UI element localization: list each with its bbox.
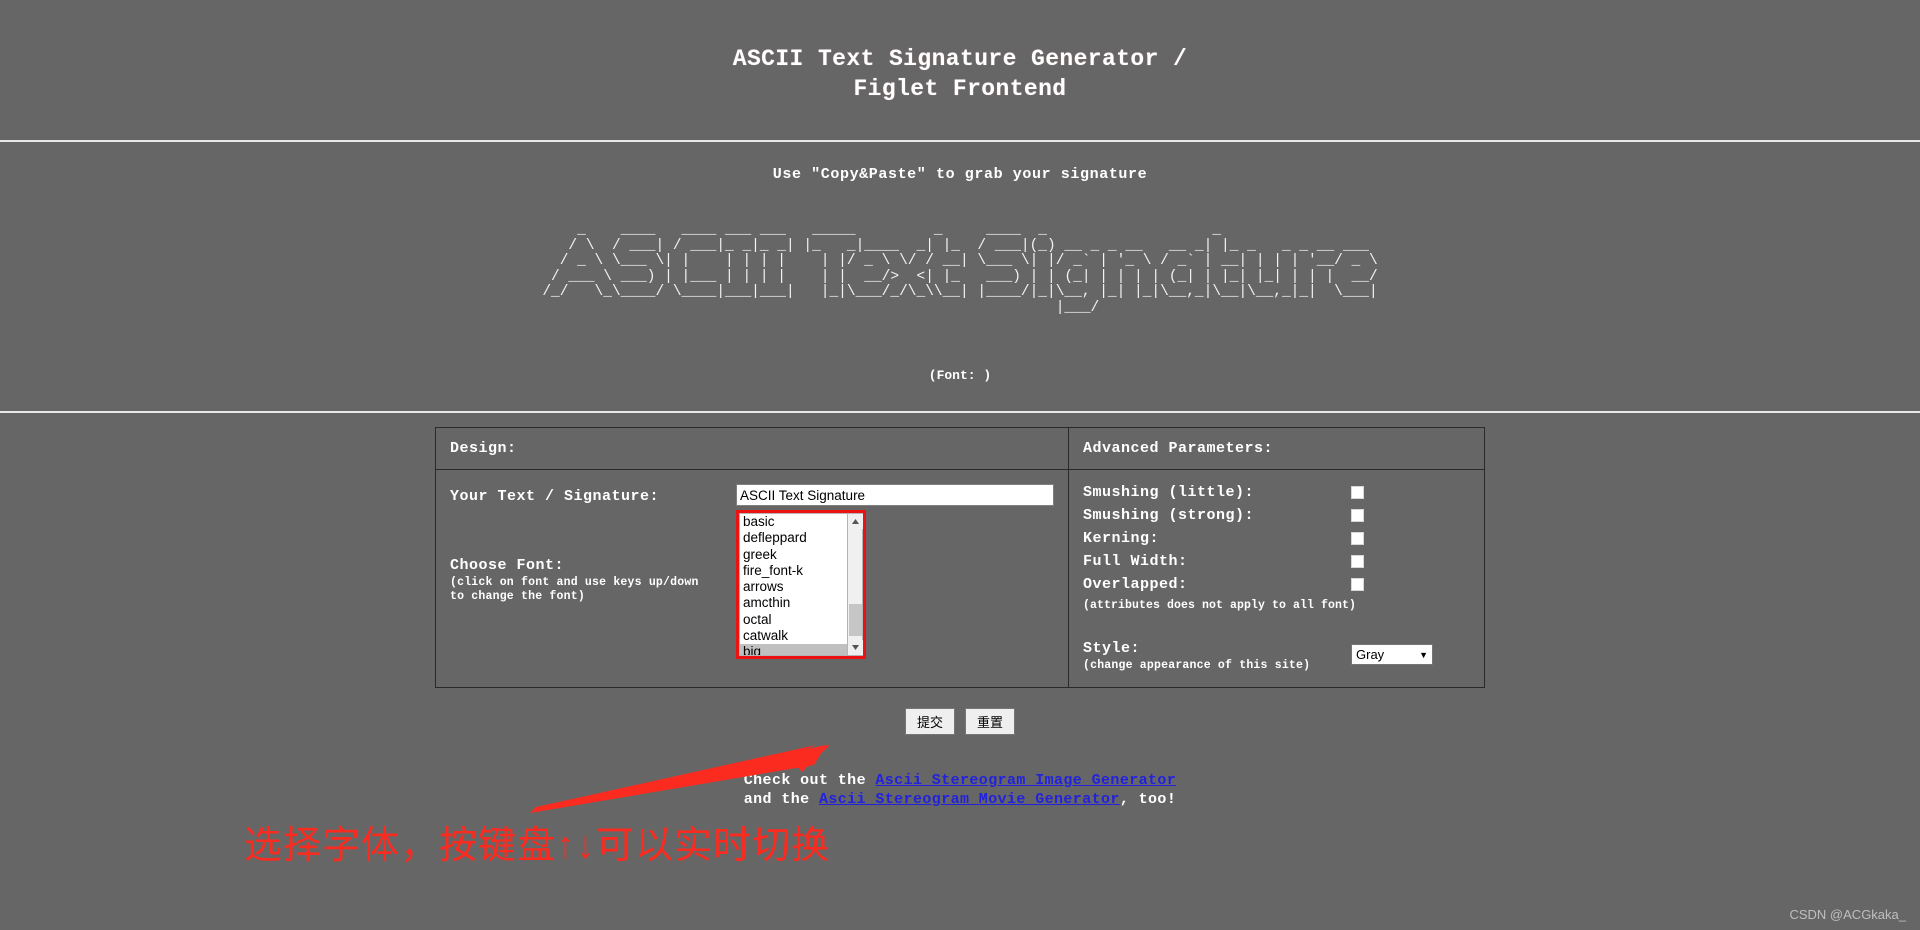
font-listbox-scrollbar[interactable] [847, 513, 863, 656]
footer-line-1: Check out the Ascii Stereogram Image Gen… [0, 771, 1920, 790]
param-checkbox[interactable] [1351, 578, 1364, 591]
panel-body-row: Your Text / Signature: Choose Font: (cli… [435, 469, 1485, 688]
signature-input[interactable] [736, 484, 1054, 506]
param-checkbox[interactable] [1351, 486, 1364, 499]
param-label: Smushing (little): [1083, 484, 1255, 501]
chevron-down-icon: ▼ [1419, 649, 1428, 660]
design-heading-cell: Design: [435, 427, 1069, 470]
footer-line2-suffix: , too! [1119, 791, 1177, 808]
font-option-arrows[interactable]: arrows [740, 579, 847, 595]
signature-label: Your Text / Signature: [450, 488, 660, 505]
attributes-note: (attributes does not apply to all font) [1083, 599, 1357, 612]
current-font-note: (Font: ) [928, 368, 992, 383]
design-panel-cell: Your Text / Signature: Choose Font: (cli… [435, 469, 1069, 688]
footer-line1-prefix: Check out the [743, 772, 876, 789]
watermark: CSDN @ACGkaka_ [1789, 907, 1906, 922]
font-option-fire_font-k[interactable]: fire_font-k [740, 563, 847, 579]
design-labels-column: Your Text / Signature: Choose Font: (cli… [450, 484, 736, 659]
param-label: Full Width: [1083, 553, 1188, 570]
font-option-octal[interactable]: octal [740, 612, 847, 628]
font-option-greek[interactable]: greek [740, 547, 847, 563]
param-checkbox[interactable] [1351, 509, 1364, 522]
parameter-rows: Smushing (little): Smushing (strong): Kern… [1083, 484, 1470, 593]
ascii-art-output: _ ____ ____ ___ ___ _____ _ ____ _ _ / \… [542, 222, 1378, 316]
font-option-basic[interactable]: basic [740, 514, 847, 530]
footer-line2-prefix: and the [743, 791, 819, 808]
style-label: Style: [1083, 640, 1141, 657]
font-option-defleppard[interactable]: defleppard [740, 530, 847, 546]
param-row: Smushing (little): [1083, 484, 1470, 501]
footer: Check out the Ascii Stereogram Image Gen… [0, 771, 1920, 809]
font-listbox[interactable]: basic defleppard greek fire_font-k arrows amc… [739, 513, 848, 656]
style-select[interactable]: Gray ▼ [1351, 644, 1433, 665]
advanced-heading: Advanced Parameters: [1083, 440, 1274, 457]
font-option-amcthin[interactable]: amcthin [740, 595, 847, 611]
design-panel-body: Your Text / Signature: Choose Font: (cli… [436, 470, 1068, 685]
reset-button[interactable]: 重置 [965, 708, 1016, 735]
copy-paste-hint: Use "Copy&Paste" to grab your signature [772, 166, 1148, 183]
advanced-heading-cell: Advanced Parameters: [1068, 427, 1485, 470]
signature-preview-band: Use "Copy&Paste" to grab your signature … [0, 142, 1920, 413]
scroll-up-arrow-icon[interactable] [847, 514, 863, 529]
design-heading: Design: [450, 440, 517, 457]
scrollbar-thumb[interactable] [848, 604, 862, 636]
choose-font-hint: (click on font and use keys up/down to c… [450, 576, 699, 603]
annotation-note: 选择字体，按键盘↑↓可以实时切换 [244, 825, 831, 867]
param-row: Full Width: [1083, 553, 1470, 570]
settings-table: Design: Advanced Parameters: Your Text /… [435, 427, 1485, 688]
font-option-big[interactable]: big [740, 644, 847, 655]
font-option-catwalk[interactable]: catwalk [740, 628, 847, 644]
param-checkbox[interactable] [1351, 555, 1364, 568]
param-checkbox[interactable] [1351, 532, 1364, 545]
style-label-column: Style: (change appearance of this site) [1083, 640, 1351, 673]
panel-heading-row: Design: Advanced Parameters: [435, 427, 1485, 470]
header-band: ASCII Text Signature Generator / Figlet … [0, 0, 1920, 142]
choose-font-label: Choose Font: [450, 557, 565, 574]
style-row: Style: (change appearance of this site) … [1083, 640, 1470, 673]
advanced-panel-cell: Smushing (little): Smushing (strong): Kern… [1068, 469, 1485, 688]
scroll-down-arrow-icon[interactable] [847, 640, 863, 655]
font-listbox-highlight: basic defleppard greek fire_font-k arrows amc… [736, 510, 866, 659]
submit-button[interactable]: 提交 [904, 708, 955, 735]
design-controls-column: basicdefleppardgreekfire_font-karrowsamc… [736, 484, 1054, 659]
param-row: Smushing (strong): [1083, 507, 1470, 524]
button-row: 提交 重置 [0, 708, 1920, 735]
advanced-panel-body: Smushing (little): Smushing (strong): Kern… [1069, 470, 1484, 687]
param-label: Smushing (strong): [1083, 507, 1255, 524]
style-select-value: Gray [1356, 647, 1385, 662]
param-row: Overlapped: [1083, 576, 1470, 593]
style-hint: (change appearance of this site) [1083, 659, 1311, 672]
param-label: Overlapped: [1083, 576, 1188, 593]
form-area: Design: Advanced Parameters: Your Text /… [0, 427, 1920, 688]
footer-line-2: and the Ascii Stereogram Movie Generator… [0, 790, 1920, 809]
page-title: ASCII Text Signature Generator / Figlet … [732, 46, 1188, 102]
param-row: Kerning: [1083, 530, 1470, 547]
ascii-stereogram-movie-generator-link[interactable]: Ascii Stereogram Movie Generator [819, 791, 1120, 808]
page-root: ASCII Text Signature Generator / Figlet … [0, 0, 1920, 930]
param-label: Kerning: [1083, 530, 1160, 547]
ascii-stereogram-image-generator-link[interactable]: Ascii Stereogram Image Generator [875, 772, 1176, 789]
